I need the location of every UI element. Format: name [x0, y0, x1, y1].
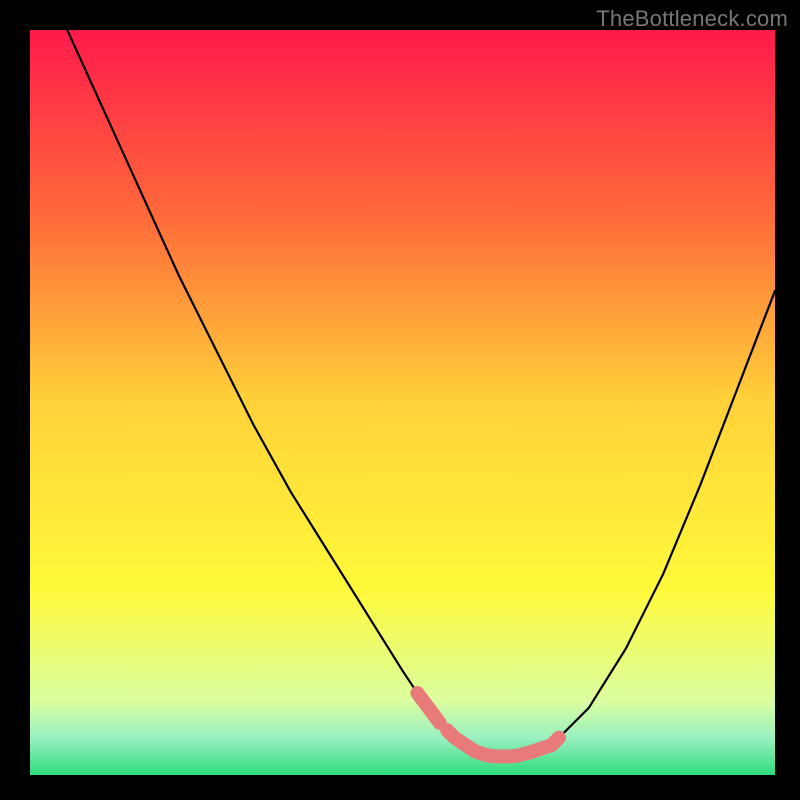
chart-frame: TheBottleneck.com: [0, 0, 800, 800]
gradient-background: [30, 30, 775, 775]
bottleneck-chart: [0, 0, 800, 800]
